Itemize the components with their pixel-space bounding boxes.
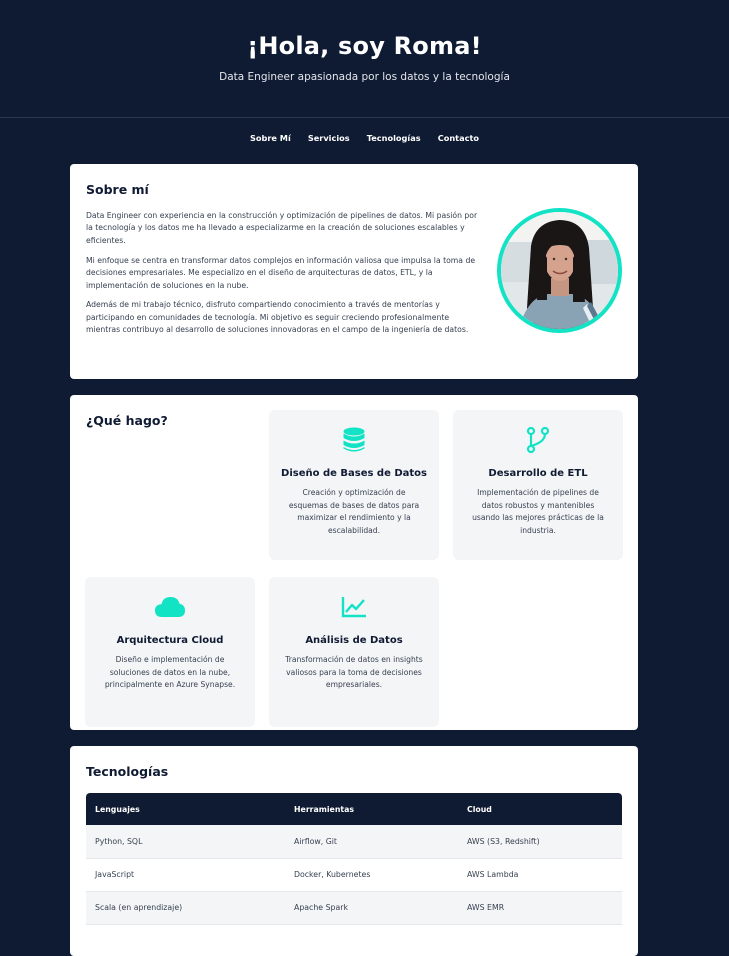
about-paragraph: Además de mi trabajo técnico, disfruto c… bbox=[86, 300, 469, 335]
about-section: Sobre mí Data Engineer con experiencia e… bbox=[70, 164, 638, 379]
about-paragraph: Data Engineer con experiencia en la cons… bbox=[86, 211, 478, 245]
services-heading: ¿Qué hago? bbox=[86, 413, 168, 428]
service-description: Implementación de pipelines de datos rob… bbox=[472, 488, 604, 536]
column-header-cloud: Cloud bbox=[458, 793, 622, 825]
service-card-cloud: Arquitectura Cloud Diseño e implementaci… bbox=[85, 577, 255, 727]
table-cell: AWS (S3, Redshift) bbox=[458, 825, 622, 859]
database-icon bbox=[269, 426, 439, 454]
table-header-row: Lenguajes Herramientas Cloud bbox=[86, 793, 622, 825]
service-description: Transformación de datos en insights vali… bbox=[285, 655, 423, 690]
about-paragraph: Mi enfoque se centra en transformar dato… bbox=[86, 255, 476, 290]
nav-link-tecnologias[interactable]: Tecnologías bbox=[367, 133, 421, 143]
service-description: Creación y optimización de esquemas de b… bbox=[288, 488, 420, 536]
table-cell: JavaScript bbox=[86, 858, 285, 892]
service-title: Arquitectura Cloud bbox=[116, 635, 224, 646]
nav-link-servicios[interactable]: Servicios bbox=[308, 133, 350, 143]
table-cell: Docker, Kubernetes bbox=[285, 858, 458, 892]
table-cell: AWS EMR bbox=[458, 891, 622, 925]
main-nav: Sobre Mí Servicios Tecnologías Contacto bbox=[0, 118, 729, 145]
chart-line-icon bbox=[269, 593, 439, 621]
column-header-herramientas: Herramientas bbox=[285, 793, 458, 825]
profile-photo bbox=[501, 212, 618, 329]
table-cell: Apache Spark bbox=[285, 891, 458, 925]
hero-title: ¡Hola, soy Roma! bbox=[247, 32, 482, 60]
hero-subtitle: Data Engineer apasionada por los datos y… bbox=[219, 71, 510, 83]
tech-table: Lenguajes Herramientas Cloud Python, SQL… bbox=[86, 793, 622, 925]
service-title: Análisis de Datos bbox=[305, 635, 403, 646]
cloud-icon bbox=[85, 593, 255, 621]
hero-header: ¡Hola, soy Roma! Data Engineer apasionad… bbox=[0, 0, 729, 118]
table-row: Scala (en aprendizaje) Apache Spark AWS … bbox=[86, 891, 622, 925]
service-card-etl: Desarrollo de ETL Implementación de pipe… bbox=[453, 410, 623, 560]
about-heading: Sobre mí bbox=[86, 182, 149, 197]
service-title: Desarrollo de ETL bbox=[488, 468, 588, 479]
tech-heading: Tecnologías bbox=[86, 764, 169, 779]
nav-link-contacto[interactable]: Contacto bbox=[438, 133, 479, 143]
table-cell: Python, SQL bbox=[86, 825, 285, 859]
service-card-databases: Diseño de Bases de Datos Creación y opti… bbox=[269, 410, 439, 560]
table-cell: Airflow, Git bbox=[285, 825, 458, 859]
service-description: Diseño e implementación de soluciones de… bbox=[104, 655, 236, 690]
tech-section: Tecnologías Lenguajes Herramientas Cloud… bbox=[70, 746, 638, 956]
code-branch-icon bbox=[453, 426, 623, 454]
column-header-lenguajes: Lenguajes bbox=[86, 793, 285, 825]
service-card-analysis: Análisis de Datos Transformación de dato… bbox=[269, 577, 439, 727]
table-row: Python, SQL Airflow, Git AWS (S3, Redshi… bbox=[86, 825, 622, 859]
nav-link-sobre-mi[interactable]: Sobre Mí bbox=[250, 133, 291, 143]
table-row: JavaScript Docker, Kubernetes AWS Lambda bbox=[86, 858, 622, 892]
table-cell: Scala (en aprendizaje) bbox=[86, 891, 285, 925]
services-section: ¿Qué hago? Diseño de Bases de Datos Crea… bbox=[70, 395, 638, 730]
service-title: Diseño de Bases de Datos bbox=[281, 468, 427, 479]
table-cell: AWS Lambda bbox=[458, 858, 622, 892]
profile-avatar bbox=[497, 208, 622, 333]
about-text: Data Engineer con experiencia en la cons… bbox=[86, 210, 478, 337]
